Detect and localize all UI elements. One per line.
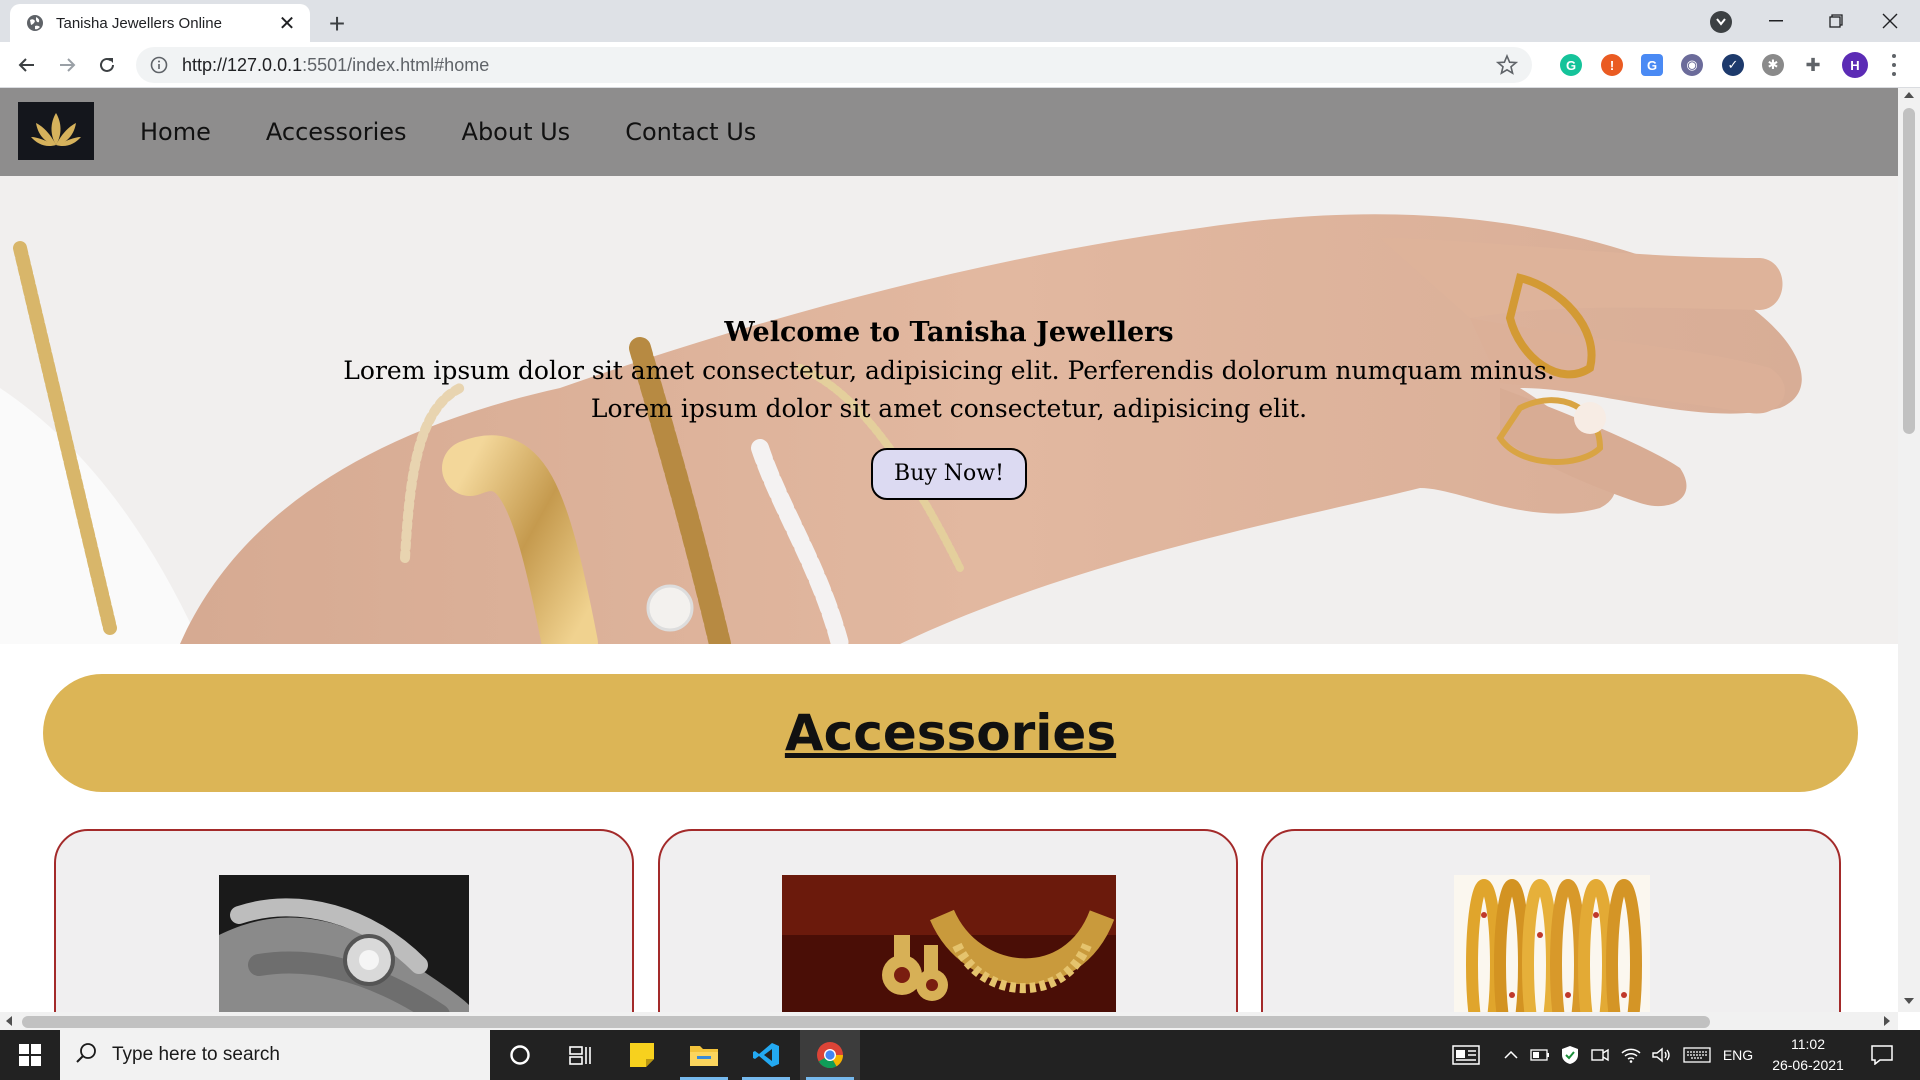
hero-section: Home Accessories About Us Contact Us Wel… xyxy=(0,88,1898,644)
horizontal-scroll-thumb[interactable] xyxy=(22,1016,1710,1028)
info-icon[interactable] xyxy=(150,56,168,74)
hero-title: Welcome to Tanisha Jewellers xyxy=(724,317,1174,348)
lotus-logo-icon[interactable] xyxy=(18,102,94,160)
product-card[interactable] xyxy=(54,829,634,1012)
nav-home[interactable]: Home xyxy=(140,118,211,146)
taskbar-search-box[interactable]: Type here to search xyxy=(60,1030,490,1080)
meet-now-icon[interactable] xyxy=(1588,1030,1612,1080)
taskbar-search-placeholder: Type here to search xyxy=(112,1044,280,1065)
nav-contact-us[interactable]: Contact Us xyxy=(625,118,756,146)
section-title[interactable]: Accessories xyxy=(785,704,1116,762)
browser-menu-icon[interactable] xyxy=(1884,52,1904,78)
browser-tab[interactable]: Tanisha Jewellers Online ✕ xyxy=(10,4,310,42)
notifications-icon[interactable] xyxy=(1862,1030,1902,1080)
minimize-icon[interactable] xyxy=(1746,0,1806,42)
address-bar[interactable]: http://127.0.0.1:5501/index.html#home xyxy=(136,47,1532,83)
tab-search-icon[interactable] xyxy=(1710,11,1732,33)
scroll-right-icon[interactable] xyxy=(1884,1016,1890,1026)
hero-line-1: Lorem ipsum dolor sit amet consectetur, … xyxy=(343,356,1555,385)
extensions-puzzle-icon[interactable]: ✚ xyxy=(1802,54,1824,76)
tab-title: Tanisha Jewellers Online xyxy=(56,14,222,32)
bangles-photo[interactable] xyxy=(1454,875,1650,1012)
task-view-icon[interactable] xyxy=(550,1030,610,1080)
buy-now-button[interactable]: Buy Now! xyxy=(871,448,1027,500)
clock-date: 26-06-2021 xyxy=(1772,1057,1844,1073)
forward-arrow-icon[interactable] xyxy=(52,50,82,80)
globe-icon xyxy=(26,14,44,32)
wifi-icon[interactable] xyxy=(1618,1030,1644,1080)
site-navbar: Home Accessories About Us Contact Us xyxy=(0,88,1898,176)
page-viewport: Home Accessories About Us Contact Us Wel… xyxy=(0,88,1898,1012)
new-tab-button[interactable]: + xyxy=(322,8,352,39)
necklace-set-photo[interactable] xyxy=(782,875,1116,1012)
close-window-icon[interactable] xyxy=(1860,0,1920,42)
security-shield-icon[interactable] xyxy=(1558,1030,1582,1080)
bug-extension-icon[interactable]: ✱ xyxy=(1762,54,1784,76)
bookmark-star-icon[interactable] xyxy=(1496,54,1518,76)
reload-icon[interactable] xyxy=(92,50,122,80)
browser-tabstrip: Tanisha Jewellers Online ✕ + xyxy=(0,0,1920,42)
accessories-heading-banner: Accessories xyxy=(43,674,1858,792)
product-card[interactable] xyxy=(1261,829,1841,1012)
battery-icon[interactable] xyxy=(1528,1030,1552,1080)
vscode-icon[interactable] xyxy=(736,1030,796,1080)
restore-icon[interactable] xyxy=(1806,0,1866,42)
windows-taskbar: Type here to search ENG 11:02 26-06-2021 xyxy=(0,1030,1920,1080)
news-icon[interactable] xyxy=(1448,1030,1484,1080)
chevron-up-icon[interactable] xyxy=(1500,1030,1522,1080)
scroll-up-icon[interactable] xyxy=(1904,92,1914,98)
grammarly-extension-icon[interactable]: G xyxy=(1560,54,1582,76)
product-card[interactable] xyxy=(658,829,1238,1012)
alert-extension-icon[interactable]: ! xyxy=(1601,54,1623,76)
sticky-notes-icon[interactable] xyxy=(612,1030,672,1080)
language-indicator[interactable]: ENG xyxy=(1718,1030,1758,1080)
file-explorer-icon[interactable] xyxy=(674,1030,734,1080)
hero-text: Welcome to Tanisha Jewellers Lorem ipsum… xyxy=(0,314,1898,500)
vertical-scrollbar[interactable] xyxy=(1898,88,1920,1012)
check-extension-icon[interactable]: ✓ xyxy=(1722,54,1744,76)
cortana-icon[interactable] xyxy=(490,1030,550,1080)
translate-extension-icon[interactable]: G xyxy=(1641,54,1663,76)
clock-time: 11:02 xyxy=(1791,1036,1825,1052)
close-tab-icon[interactable]: ✕ xyxy=(276,12,298,35)
taskbar-clock[interactable]: 11:02 26-06-2021 xyxy=(1760,1034,1856,1076)
windows-start-icon[interactable] xyxy=(0,1030,60,1080)
nav-links: Home Accessories About Us Contact Us xyxy=(140,88,811,176)
back-arrow-icon[interactable] xyxy=(12,50,42,80)
scroll-left-icon[interactable] xyxy=(6,1016,12,1026)
profile-avatar[interactable]: H xyxy=(1842,52,1868,78)
spy-extension-icon[interactable]: ◉ xyxy=(1681,54,1703,76)
browser-toolbar: http://127.0.0.1:5501/index.html#home G … xyxy=(0,42,1920,88)
search-icon xyxy=(76,1042,98,1069)
keyboard-icon[interactable] xyxy=(1680,1030,1714,1080)
nav-about-us[interactable]: About Us xyxy=(462,118,571,146)
volume-icon[interactable] xyxy=(1648,1030,1674,1080)
url-text: http://127.0.0.1:5501/index.html#home xyxy=(182,54,490,75)
horizontal-scrollbar[interactable] xyxy=(0,1012,1898,1030)
vertical-scroll-thumb[interactable] xyxy=(1903,108,1915,434)
chrome-icon[interactable] xyxy=(800,1030,860,1080)
nav-accessories[interactable]: Accessories xyxy=(266,118,407,146)
hero-line-2: Lorem ipsum dolor sit amet consectetur, … xyxy=(590,394,1308,423)
ring-photo[interactable] xyxy=(219,875,469,1012)
scroll-down-icon[interactable] xyxy=(1904,998,1914,1004)
